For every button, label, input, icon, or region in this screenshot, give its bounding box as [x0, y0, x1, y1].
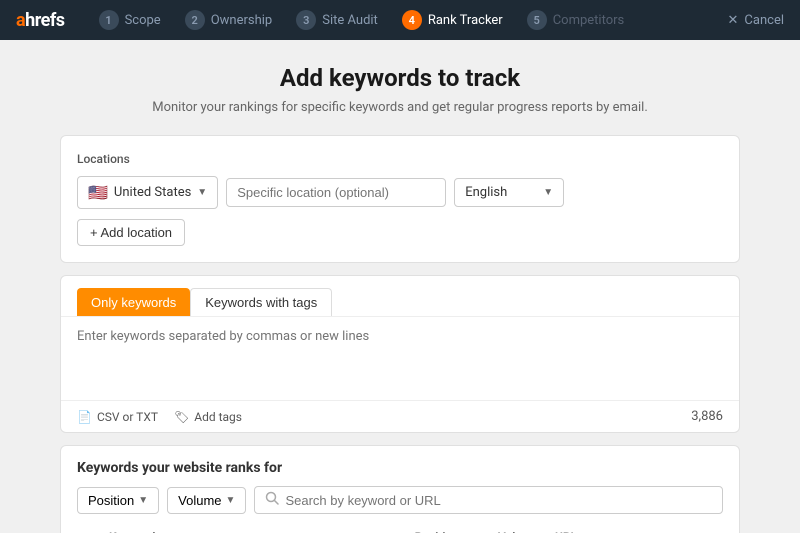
nav-step-scope[interactable]: 1 Scope	[89, 6, 171, 34]
step-label-rank-tracker: Rank Tracker	[428, 13, 503, 28]
nav-step-ownership[interactable]: 2 Ownership	[175, 6, 283, 34]
country-label: United States	[114, 185, 191, 200]
keywords-card: Only keywords Keywords with tags 📄 CSV o…	[60, 275, 740, 433]
location-row: 🇺🇸 United States ▼ English ▼	[77, 176, 723, 209]
keywords-count: 3,886	[691, 409, 723, 424]
logo[interactable]: ahrefs	[16, 10, 65, 31]
add-tags-label: Add tags	[194, 410, 242, 424]
tab-only-keywords[interactable]: Only keywords	[77, 288, 190, 316]
position-filter-label: Position	[88, 493, 134, 508]
rankings-card: Keywords your website ranks for Position…	[60, 445, 740, 533]
keywords-tabs: Only keywords Keywords with tags	[61, 276, 739, 316]
us-flag-icon: 🇺🇸	[88, 183, 108, 202]
volume-filter-button[interactable]: Volume ▼	[167, 487, 246, 514]
filter-row: Position ▼ Volume ▼	[77, 486, 723, 514]
nav-step-site-audit[interactable]: 3 Site Audit	[286, 6, 388, 34]
top-nav: ahrefs 1 Scope 2 Ownership 3 Site Audit …	[0, 0, 800, 40]
volume-filter-label: Volume	[178, 493, 221, 508]
search-icon	[265, 491, 279, 509]
csv-upload-action[interactable]: 📄 CSV or TXT	[77, 410, 158, 424]
nav-step-rank-tracker[interactable]: 4 Rank Tracker	[392, 6, 513, 34]
step-num-1: 1	[99, 10, 119, 30]
tab-only-keywords-label: Only keywords	[91, 295, 176, 310]
language-label: English	[465, 185, 507, 200]
step-label-scope: Scope	[125, 13, 161, 28]
main-content: Add keywords to track Monitor your ranki…	[0, 40, 800, 533]
country-arrow-icon: ▼	[197, 187, 207, 198]
language-select[interactable]: English ▼	[454, 178, 564, 207]
step-num-4: 4	[402, 10, 422, 30]
locations-label: Locations	[77, 152, 723, 166]
volume-arrow-icon: ▼	[226, 495, 236, 506]
language-arrow-icon: ▼	[543, 187, 553, 198]
nav-steps: 1 Scope 2 Ownership 3 Site Audit 4 Rank …	[89, 6, 728, 34]
tab-keywords-with-tags-label: Keywords with tags	[205, 295, 317, 310]
x-icon: ✕	[728, 13, 739, 28]
tag-icon: 🏷	[174, 410, 189, 424]
position-arrow-icon: ▼	[138, 495, 148, 506]
tab-keywords-with-tags[interactable]: Keywords with tags	[190, 288, 332, 316]
page-title: Add keywords to track	[60, 64, 740, 92]
table-header: Keyword Position Volume URL	[77, 524, 723, 533]
specific-location-input[interactable]	[226, 178, 446, 207]
cancel-label: Cancel	[744, 13, 784, 28]
keyword-search-input[interactable]	[285, 493, 712, 508]
country-select[interactable]: 🇺🇸 United States ▼	[77, 176, 218, 209]
step-num-2: 2	[185, 10, 205, 30]
add-location-label: + Add location	[90, 225, 172, 240]
step-label-ownership: Ownership	[211, 13, 273, 28]
step-num-3: 3	[296, 10, 316, 30]
step-num-5: 5	[527, 10, 547, 30]
logo-white: hrefs	[25, 10, 64, 31]
add-location-button[interactable]: + Add location	[77, 219, 185, 246]
rankings-title: Keywords your website ranks for	[77, 460, 723, 476]
csv-label: CSV or TXT	[97, 410, 158, 424]
keywords-textarea[interactable]	[61, 316, 739, 396]
file-icon: 📄	[77, 410, 92, 424]
page-subtitle: Monitor your rankings for specific keywo…	[60, 100, 740, 115]
logo-orange: a	[16, 10, 25, 31]
step-label-site-audit: Site Audit	[322, 13, 378, 28]
cancel-button[interactable]: ✕ Cancel	[728, 13, 784, 28]
add-tags-action[interactable]: 🏷 Add tags	[174, 410, 242, 424]
nav-step-competitors[interactable]: 5 Competitors	[517, 6, 635, 34]
step-label-competitors: Competitors	[553, 13, 625, 28]
keyword-search-wrap	[254, 486, 723, 514]
keywords-footer: 📄 CSV or TXT 🏷 Add tags 3,886	[61, 400, 739, 432]
locations-card: Locations 🇺🇸 United States ▼ English ▼ +…	[60, 135, 740, 263]
position-filter-button[interactable]: Position ▼	[77, 487, 159, 514]
